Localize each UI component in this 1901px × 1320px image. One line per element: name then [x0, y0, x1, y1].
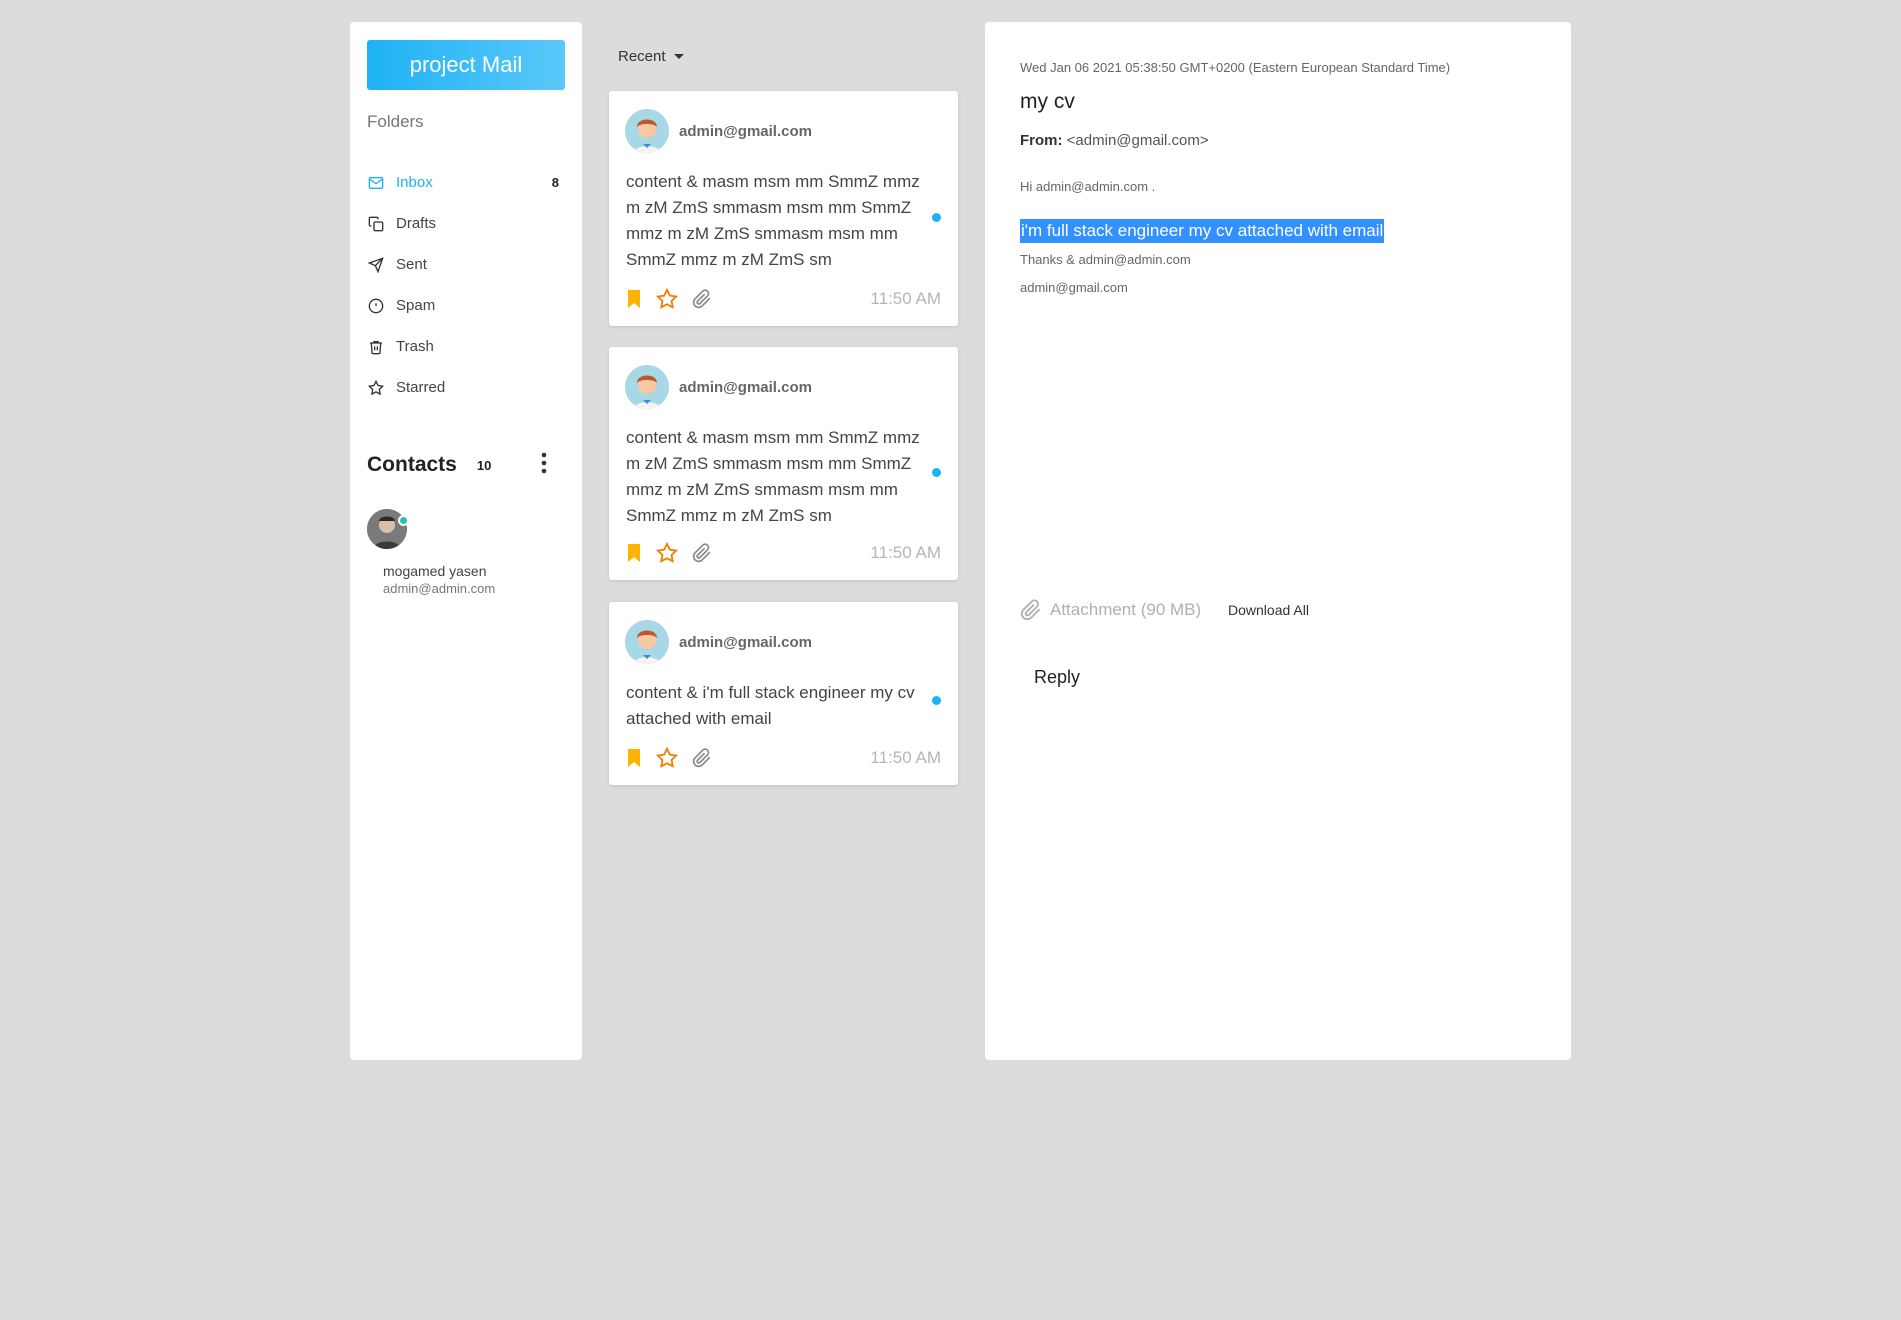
sender-email: admin@gmail.com	[679, 123, 812, 140]
message-greeting: Hi admin@admin.com .	[1020, 179, 1155, 194]
message-time: 11:50 AM	[870, 748, 941, 768]
more-vertical-icon[interactable]	[541, 452, 547, 479]
mail-icon	[367, 174, 385, 192]
message-actions	[626, 542, 726, 564]
contact-name: mogamed yasen	[383, 563, 565, 579]
attachment-label: Attachment (90 MB)	[1050, 600, 1201, 620]
reply-button[interactable]: Reply	[1034, 667, 1080, 688]
message-actions	[626, 747, 726, 769]
selected-text: i'm full stack engineer my cv attached w…	[1020, 219, 1384, 243]
folder-sent[interactable]: Sent	[367, 244, 565, 285]
folder-drafts[interactable]: Drafts	[367, 203, 565, 244]
sender-email: admin@gmail.com	[679, 379, 812, 396]
star-icon	[367, 379, 385, 397]
message-preview: content & masm msm mm SmmZ mmz m zM ZmS …	[626, 169, 926, 273]
folder-label: Trash	[396, 338, 434, 355]
folder-spam[interactable]: Spam	[367, 285, 565, 326]
unread-indicator	[932, 468, 941, 477]
paperclip-icon[interactable]	[692, 542, 712, 564]
contacts-header: Contacts 10	[367, 450, 565, 480]
sort-dropdown[interactable]: Recent	[618, 48, 684, 65]
paperclip-icon[interactable]	[692, 747, 712, 769]
folder-inbox[interactable]: Inbox 8	[367, 162, 565, 203]
message-preview: content & masm msm mm SmmZ mmz m zM ZmS …	[626, 425, 926, 529]
contact-email: admin@admin.com	[383, 581, 565, 596]
message-time: 11:50 AM	[870, 543, 941, 563]
sort-label: Recent	[618, 48, 666, 65]
unread-indicator	[932, 696, 941, 705]
sender-email: admin@gmail.com	[679, 634, 812, 651]
message-header: admin@gmail.com	[625, 620, 812, 664]
folders-title: Folders	[367, 112, 424, 132]
message-time: 11:50 AM	[870, 289, 941, 309]
message-preview: content & i'm full stack engineer my cv …	[626, 680, 926, 732]
bookmark-icon[interactable]	[626, 543, 642, 563]
from-label: From:	[1020, 132, 1063, 149]
sender-avatar	[625, 109, 669, 153]
message-card[interactable]: admin@gmail.com content & masm msm mm Sm…	[609, 347, 958, 580]
message-card[interactable]: admin@gmail.com content & masm msm mm Sm…	[609, 91, 958, 326]
paperclip-icon[interactable]	[692, 288, 712, 310]
message-thanks: Thanks & admin@admin.com	[1020, 252, 1191, 267]
message-from: From: <admin@gmail.com>	[1020, 132, 1209, 149]
message-subject: my cv	[1020, 90, 1075, 114]
folder-label: Inbox	[396, 174, 433, 191]
from-value: <admin@gmail.com>	[1067, 132, 1209, 149]
folder-label: Spam	[396, 297, 435, 314]
message-actions	[626, 288, 726, 310]
sender-avatar	[625, 365, 669, 409]
sidebar: project Mail Folders Inbox 8 Drafts Sent	[350, 22, 582, 1060]
message-date: Wed Jan 06 2021 05:38:50 GMT+0200 (Easte…	[1020, 60, 1450, 75]
message-signature: admin@gmail.com	[1020, 280, 1128, 295]
message-card[interactable]: admin@gmail.com content & i'm full stack…	[609, 602, 958, 785]
download-all-link[interactable]: Download All	[1228, 602, 1309, 618]
send-icon	[367, 256, 385, 274]
online-status-indicator	[398, 515, 409, 526]
star-icon[interactable]	[656, 288, 678, 310]
alert-circle-icon	[367, 297, 385, 315]
bookmark-icon[interactable]	[626, 289, 642, 309]
contacts-count: 10	[477, 458, 491, 473]
attachment-info: Attachment (90 MB)	[1020, 598, 1201, 622]
avatar	[367, 509, 407, 549]
bookmark-icon[interactable]	[626, 748, 642, 768]
folder-label: Sent	[396, 256, 427, 273]
star-icon[interactable]	[656, 542, 678, 564]
unread-indicator	[932, 213, 941, 222]
contacts-title: Contacts	[367, 453, 457, 477]
star-icon[interactable]	[656, 747, 678, 769]
project-mail-button[interactable]: project Mail	[367, 40, 565, 90]
caret-down-icon	[674, 54, 684, 59]
folder-trash[interactable]: Trash	[367, 326, 565, 367]
paperclip-icon	[1020, 598, 1042, 622]
folder-starred[interactable]: Starred	[367, 367, 565, 408]
copy-icon	[367, 215, 385, 233]
folder-label: Starred	[396, 379, 445, 396]
folder-label: Drafts	[396, 215, 436, 232]
folder-list: Inbox 8 Drafts Sent Spam Trash	[367, 162, 565, 408]
contact-item[interactable]: mogamed yasen admin@admin.com	[367, 509, 565, 596]
trash-icon	[367, 338, 385, 356]
message-header: admin@gmail.com	[625, 109, 812, 153]
message-header: admin@gmail.com	[625, 365, 812, 409]
reading-pane: Wed Jan 06 2021 05:38:50 GMT+0200 (Easte…	[985, 22, 1571, 1060]
sender-avatar	[625, 620, 669, 664]
unread-count: 8	[552, 175, 559, 190]
